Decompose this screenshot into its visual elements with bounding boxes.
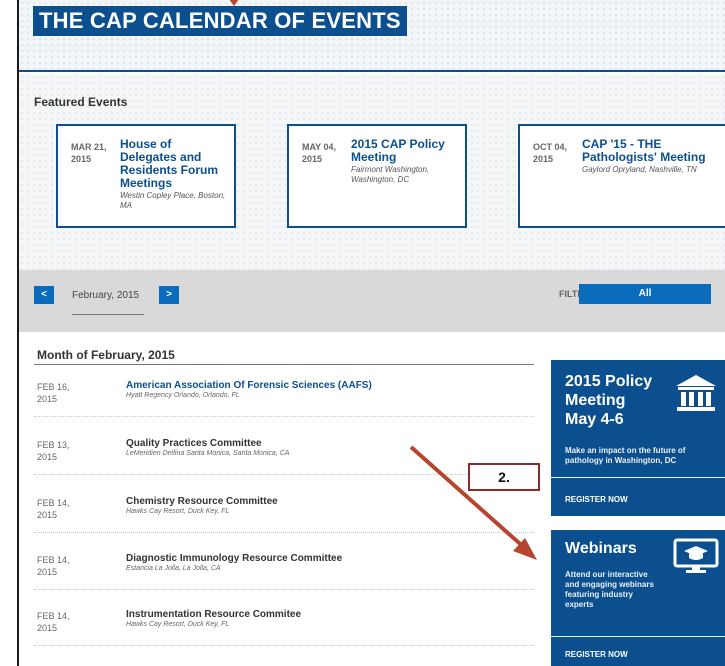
event-date: FEB 14, 2015 — [37, 611, 70, 633]
event-name-link[interactable]: Diagnostic Immunology Resource Committee — [126, 553, 342, 564]
event-date: FEB 13, 2015 — [37, 440, 70, 462]
featured-events-section: Featured Events MAR 21, 2015 House of De… — [19, 74, 725, 270]
featured-events-heading: Featured Events — [34, 95, 128, 109]
event-date: FEB 14, 2015 — [37, 498, 70, 520]
promo-divider — [551, 477, 725, 478]
next-month-button[interactable]: > — [159, 286, 179, 304]
register-now-link[interactable]: REGISTER NOW — [565, 650, 628, 659]
event-location: LeMeridien Delfina Santa Monica, Santa M… — [126, 450, 290, 457]
page-frame: THE CAP CALENDAR OF EVENTS Featured Even… — [17, 0, 725, 666]
month-list-heading: Month of February, 2015 — [37, 348, 175, 362]
event-title-link[interactable]: 2015 CAP Policy Meeting Fairmont Washing… — [351, 138, 459, 185]
list-item: FEB 14, 2015 Instrumentation Resource Com… — [34, 594, 534, 646]
event-name-link[interactable]: Quality Practices Committee — [126, 438, 262, 449]
event-date: FEB 16, 2015 — [37, 382, 70, 404]
list-item: FEB 14, 2015 Chemistry Resource Committee… — [34, 481, 534, 533]
monitor-graduation-cap-icon — [673, 538, 719, 573]
list-item: FEB 16, 2015 American Association Of Fore… — [34, 365, 534, 417]
filter-select[interactable]: All — [579, 284, 711, 304]
event-name-link[interactable]: Instrumentation Resource Commitee — [126, 609, 301, 620]
annotation-callout: 2. — [468, 463, 540, 491]
event-date: FEB 14, 2015 — [37, 555, 70, 577]
webinars-promo[interactable]: Webinars Attend our interactive and enga… — [551, 530, 725, 666]
event-location: Estancia La Jolla, La Jolla, CA — [126, 565, 221, 572]
promo-description: Make an impact on the future of patholog… — [565, 446, 686, 465]
event-name-link[interactable]: Chemistry Resource Committee — [126, 496, 278, 507]
event-title-link[interactable]: House of Delegates and Residents Forum M… — [120, 138, 228, 211]
month-underline — [72, 314, 144, 315]
event-location: Westin Copley Place, Boston, MA — [120, 191, 226, 210]
page-title: THE CAP CALENDAR OF EVENTS — [33, 6, 407, 36]
policy-meeting-promo[interactable]: 2015 Policy Meeting May 4-6 Make an impa… — [551, 360, 725, 516]
promo-description: Attend our interactive and engaging webi… — [565, 570, 654, 609]
event-location: Hawks Cay Resort, Duck Key, FL — [126, 508, 230, 515]
event-date: MAR 21, 2015 — [71, 142, 107, 164]
register-now-link[interactable]: REGISTER NOW — [565, 495, 628, 504]
event-location: Hyatt Regency Orlando, Orlando, FL — [126, 392, 240, 399]
event-date: OCT 04, 2015 — [533, 142, 568, 164]
event-location: Fairmont Washington, Washington, DC — [351, 165, 430, 184]
featured-event-card[interactable]: MAY 04, 2015 2015 CAP Policy Meeting Fai… — [287, 124, 467, 228]
previous-month-button[interactable]: < — [34, 286, 54, 304]
list-item: FEB 14, 2015 Diagnostic Immunology Resour… — [34, 538, 534, 590]
event-location: Gaylord Opryland, Nashville, TN — [582, 165, 697, 174]
promo-title: Webinars — [565, 540, 637, 557]
header-banner: THE CAP CALENDAR OF EVENTS — [19, 0, 725, 72]
event-date: MAY 04, 2015 — [302, 142, 337, 164]
promo-title: 2015 Policy Meeting May 4-6 — [565, 373, 653, 428]
current-month-label: February, 2015 — [72, 290, 140, 301]
list-item: FEB 13, 2015 Quality Practices Committee … — [34, 423, 534, 475]
event-title-link[interactable]: CAP '15 - THE Pathologists' Meeting Gayl… — [582, 138, 723, 175]
featured-event-card[interactable]: MAR 21, 2015 House of Delegates and Resi… — [56, 124, 236, 228]
event-name-link[interactable]: American Association Of Forensic Science… — [126, 380, 372, 391]
event-location: Hawks Cay Resort, Duck Key, FL — [126, 621, 230, 628]
capitol-building-icon — [676, 375, 716, 411]
promo-divider — [551, 636, 725, 637]
featured-event-card[interactable]: OCT 04, 2015 CAP '15 - THE Pathologists'… — [518, 124, 725, 228]
month-filter-bar: < February, 2015 > FILTER BY All — [19, 270, 725, 332]
